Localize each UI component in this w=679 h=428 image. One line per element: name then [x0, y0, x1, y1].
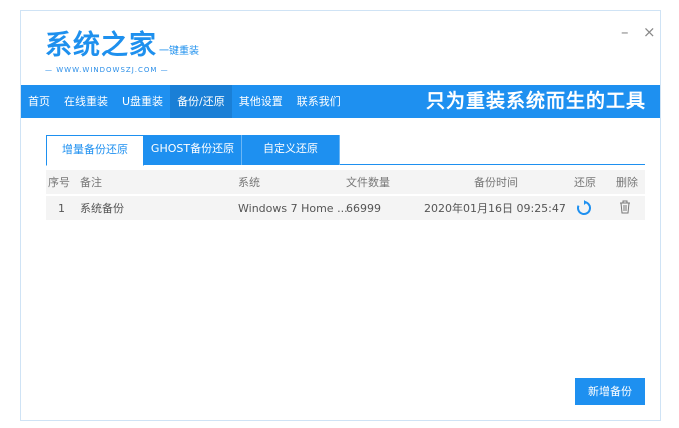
- logo-url: — WWW.WINDOWSZJ.COM —: [45, 66, 169, 74]
- tab-incremental[interactable]: 增量备份还原: [46, 135, 144, 166]
- minimize-button[interactable]: –: [621, 23, 629, 41]
- add-backup-button[interactable]: 新增备份: [575, 378, 645, 405]
- close-button[interactable]: ×: [643, 23, 656, 41]
- cell-time: 2020年01月16日 09:25:47: [424, 202, 566, 215]
- logo-subtitle: 一键重装: [159, 46, 199, 57]
- header-restore: 还原: [574, 176, 596, 189]
- backup-table: 序号 备注 系统 文件数量 备份时间 还原 删除 1 系统备份 Windows …: [46, 170, 645, 222]
- nav-bar: 首页 在线重装 U盘重装 备份/还原 其他设置 联系我们 只为重装系统而生的工具: [21, 85, 660, 118]
- slogan: 只为重装系统而生的工具: [425, 90, 646, 112]
- nav-backup-restore[interactable]: 备份/还原: [170, 85, 232, 118]
- header-note: 备注: [80, 176, 102, 189]
- header-time: 备份时间: [474, 176, 518, 189]
- header-system: 系统: [238, 176, 260, 189]
- table-header: 序号 备注 系统 文件数量 备份时间 还原 删除: [46, 170, 645, 194]
- app-window: 系统之家 一键重装 — WWW.WINDOWSZJ.COM — – × 首页 在线…: [20, 10, 661, 421]
- nav-home[interactable]: 首页: [21, 85, 57, 118]
- delete-icon[interactable]: [619, 200, 631, 217]
- header-index: 序号: [48, 176, 70, 189]
- logo: 系统之家 一键重装 — WWW.WINDOWSZJ.COM —: [45, 23, 199, 74]
- tab-ghost[interactable]: GHOST备份还原: [144, 135, 242, 165]
- cell-system: Windows 7 Home ...: [238, 201, 348, 215]
- nav-online-reinstall[interactable]: 在线重装: [57, 85, 115, 118]
- nav-other-settings[interactable]: 其他设置: [232, 85, 290, 118]
- cell-note: 系统备份: [80, 202, 124, 215]
- logo-title: 系统之家: [45, 30, 157, 61]
- header-count: 文件数量: [346, 176, 390, 189]
- table-row: 1 系统备份 Windows 7 Home ... 66999 2020年01月…: [46, 196, 645, 220]
- nav-usb-reinstall[interactable]: U盘重装: [115, 85, 170, 118]
- header-delete: 删除: [616, 176, 638, 189]
- restore-icon[interactable]: [577, 200, 591, 219]
- tab-bar: 增量备份还原 GHOST备份还原 自定义还原: [46, 135, 645, 166]
- cell-count: 66999: [346, 201, 381, 215]
- tab-custom[interactable]: 自定义还原: [242, 135, 340, 165]
- cell-index: 1: [58, 201, 65, 215]
- nav-contact[interactable]: 联系我们: [290, 85, 348, 118]
